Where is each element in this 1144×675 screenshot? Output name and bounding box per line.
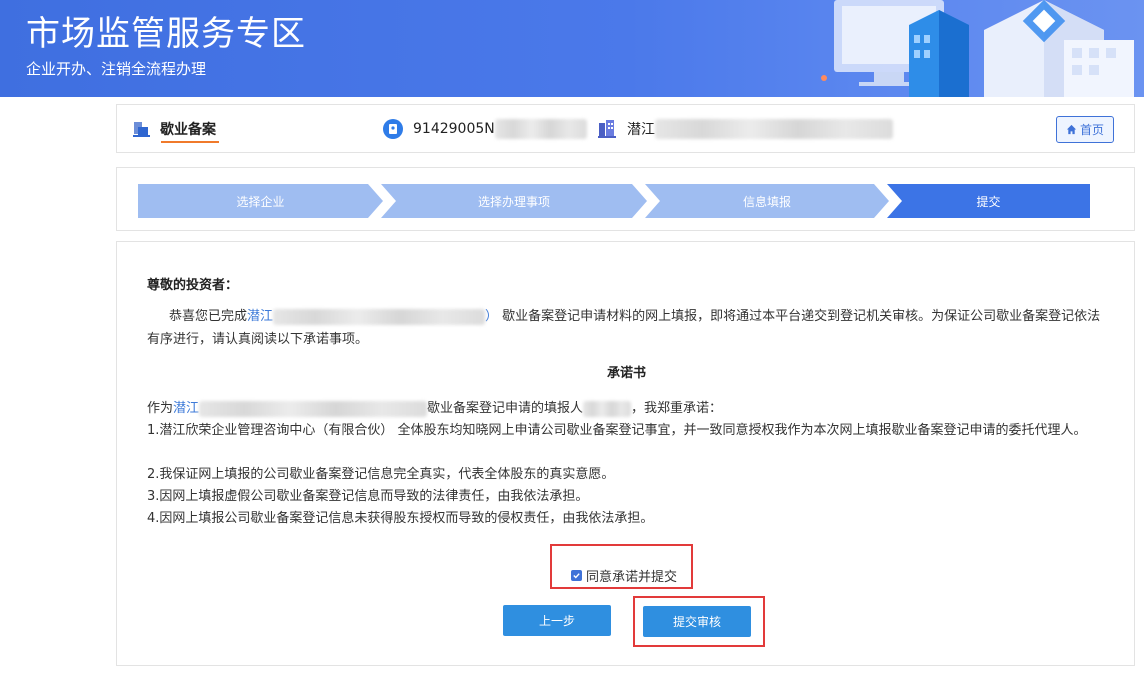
pledge-panel: 尊敬的投资者： 恭喜您已完成潜江） 歇业备案登记申请材料的网上填报，即将通过本平… bbox=[116, 241, 1135, 666]
pledge-as: 作为 bbox=[147, 401, 174, 416]
step-select-matter: 选择办理事项 bbox=[381, 184, 647, 218]
redacted-applicant-name bbox=[583, 400, 632, 417]
submit-review-button[interactable]: 提交审核 bbox=[643, 606, 751, 637]
company-name: 潜江 bbox=[597, 105, 893, 152]
home-button[interactable]: 首页 bbox=[1056, 116, 1114, 143]
pledge-intro: 作为潜江 歇业备案登记申请的填报人 ，我郑重承诺： bbox=[147, 398, 1112, 420]
redacted-intro-company bbox=[273, 308, 486, 325]
page-title: 市场监管服务专区 bbox=[26, 14, 306, 54]
credit-code-text: 91429005N bbox=[413, 120, 495, 137]
progress-steps: 选择企业 选择办理事项 信息填报 提交 bbox=[116, 167, 1135, 231]
home-icon bbox=[1066, 124, 1077, 135]
intro-paren: ） bbox=[485, 309, 499, 324]
step-fill-info: 信息填报 bbox=[645, 184, 889, 218]
tab-label: 歇业备案 bbox=[160, 121, 216, 138]
step-select-company: 选择企业 bbox=[138, 184, 383, 218]
id-badge-icon bbox=[383, 118, 403, 139]
building-icon bbox=[598, 119, 616, 138]
redacted-credit-code bbox=[494, 118, 587, 139]
previous-step-button[interactable]: 上一步 bbox=[503, 605, 611, 636]
submit-highlight: 提交审核 bbox=[633, 596, 765, 647]
pledge-item-3: 3.因网上填报虚假公司歇业备案登记信息而导致的法律责任，由我依法承担。 bbox=[147, 489, 589, 504]
greeting: 尊敬的投资者： bbox=[147, 278, 239, 293]
credit-code: 91429005N bbox=[383, 105, 587, 152]
pledge-item-4: 4.因网上填报公司歇业备案登记信息未获得股东授权而导致的侵权责任，由我依法承担。 bbox=[147, 511, 654, 526]
tab-active-underline bbox=[161, 141, 219, 143]
step-submit: 提交 bbox=[887, 184, 1090, 218]
redacted-pledge-company bbox=[199, 400, 428, 417]
document-icon bbox=[133, 121, 150, 137]
agree-label: 同意承诺并提交 bbox=[586, 570, 678, 585]
pledge-title: 承诺书 bbox=[606, 366, 646, 381]
pledge-end: ，我郑重承诺： bbox=[631, 401, 723, 416]
checkbox-checked-icon[interactable] bbox=[571, 570, 582, 581]
redacted-company-name bbox=[655, 118, 893, 139]
city-illustration-icon bbox=[821, 0, 1134, 97]
agree-highlight: 同意承诺并提交 bbox=[550, 544, 693, 589]
company-name-text: 潜江 bbox=[627, 121, 655, 138]
intro-start: 恭喜您已完成 bbox=[169, 309, 248, 324]
intro-company: 潜江 bbox=[247, 309, 274, 324]
pledge-item-1: 1.潜江欣荣企业管理咨询中心（有限合伙） 全体股东均知晓网上申请公司歇业备案登记… bbox=[147, 423, 1087, 438]
page-subtitle: 企业开办、注销全流程办理 bbox=[26, 60, 207, 78]
pledge-mid: 歇业备案登记申请的填报人 bbox=[427, 401, 584, 416]
home-button-label: 首页 bbox=[1079, 123, 1104, 137]
tab-business-suspension[interactable]: 歇业备案 bbox=[132, 105, 216, 152]
header-banner: 市场监管服务专区 企业开办、注销全流程办理 bbox=[0, 0, 1144, 97]
pledge-company: 潜江 bbox=[173, 401, 200, 416]
pledge-item-2: 2.我保证网上填报的公司歇业备案登记信息完全真实，代表全体股东的真实意愿。 bbox=[147, 467, 615, 482]
intro-paragraph: 恭喜您已完成潜江） 歇业备案登记申请材料的网上填报，即将通过本平台递交到登记机关… bbox=[147, 305, 1107, 351]
agree-checkbox[interactable]: 同意承诺并提交 bbox=[571, 566, 677, 585]
info-bar: 歇业备案 91429005N 潜江 首页 bbox=[116, 104, 1135, 153]
